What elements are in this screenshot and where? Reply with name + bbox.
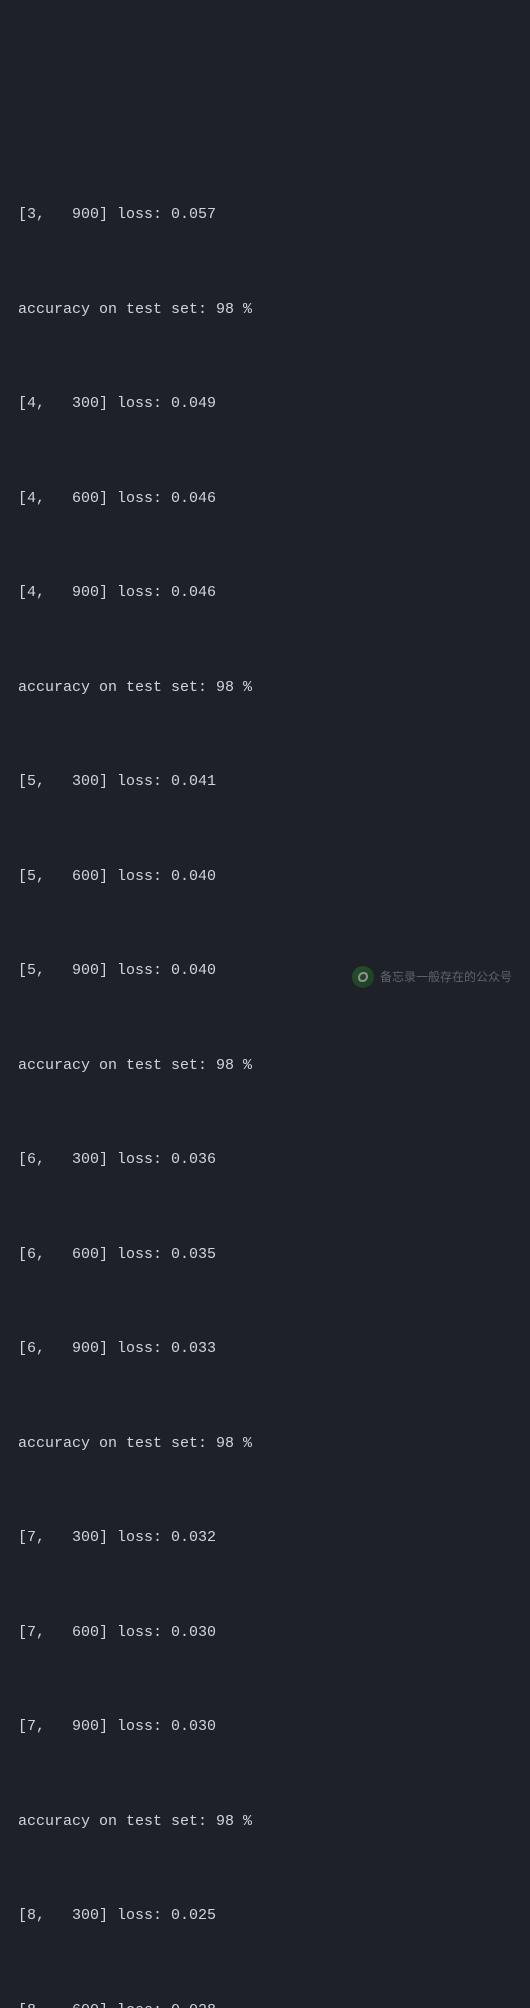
output-line: [6, 600] loss: 0.035 xyxy=(18,1239,512,1271)
output-line: [6, 300] loss: 0.036 xyxy=(18,1144,512,1176)
output-line: accuracy on test set: 98 % xyxy=(18,294,512,326)
output-line: accuracy on test set: 98 % xyxy=(18,1428,512,1460)
output-line: [5, 600] loss: 0.040 xyxy=(18,861,512,893)
terminal-output: [3, 900] loss: 0.057 accuracy on test se… xyxy=(18,136,512,2008)
output-line: [7, 900] loss: 0.030 xyxy=(18,1711,512,1743)
output-line: [8, 600] loss: 0.028 xyxy=(18,1995,512,2008)
output-line: [5, 300] loss: 0.041 xyxy=(18,766,512,798)
output-line: [4, 300] loss: 0.049 xyxy=(18,388,512,420)
output-line: accuracy on test set: 98 % xyxy=(18,1050,512,1082)
output-line: accuracy on test set: 98 % xyxy=(18,1806,512,1838)
watermark: 备忘录一般存在的公众号 xyxy=(352,965,512,990)
wechat-icon xyxy=(352,966,374,988)
output-line: [3, 900] loss: 0.057 xyxy=(18,199,512,231)
output-line: [6, 900] loss: 0.033 xyxy=(18,1333,512,1365)
output-line: [4, 600] loss: 0.046 xyxy=(18,483,512,515)
output-line: [4, 900] loss: 0.046 xyxy=(18,577,512,609)
watermark-text: 备忘录一般存在的公众号 xyxy=(380,965,512,990)
output-line: [7, 300] loss: 0.032 xyxy=(18,1522,512,1554)
output-line: [7, 600] loss: 0.030 xyxy=(18,1617,512,1649)
output-line: accuracy on test set: 98 % xyxy=(18,672,512,704)
output-line: [8, 300] loss: 0.025 xyxy=(18,1900,512,1932)
